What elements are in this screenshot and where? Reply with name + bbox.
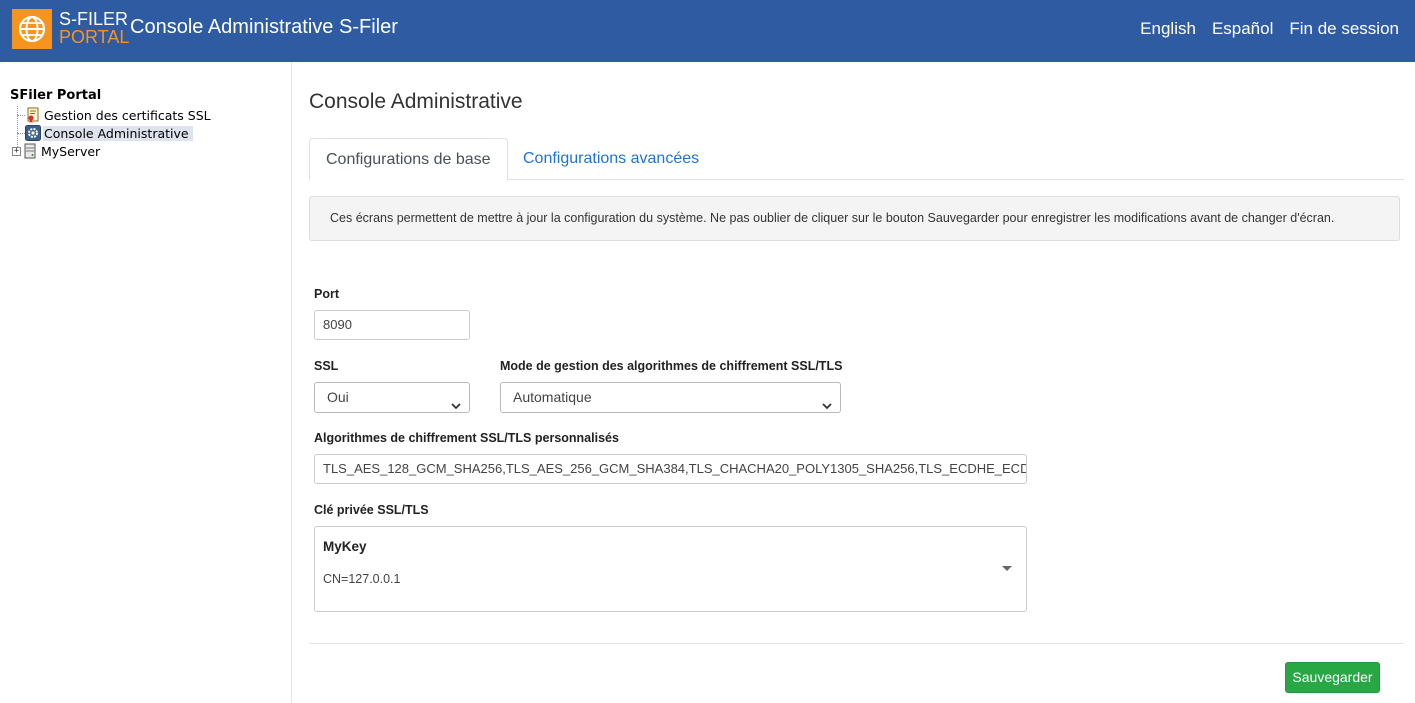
tab-advanced-configurations[interactable]: Configurations avancées bbox=[507, 138, 715, 180]
logo-line-2: PORTAL bbox=[59, 27, 130, 47]
private-key-name: MyKey bbox=[323, 539, 367, 554]
logout-link[interactable]: Fin de session bbox=[1289, 19, 1399, 39]
ssl-select[interactable]: Oui bbox=[314, 382, 470, 413]
algo-mode-label: Mode de gestion des algorithmes de chiff… bbox=[500, 359, 843, 373]
brand-logo-text: S-FILER PORTAL bbox=[59, 10, 129, 46]
caret-down-icon bbox=[1002, 566, 1012, 571]
sidebar-item-admin-console[interactable]: Console Administrative bbox=[25, 124, 193, 142]
private-key-label: Clé privée SSL/TLS bbox=[314, 503, 429, 517]
tab-basic-configurations[interactable]: Configurations de base bbox=[309, 138, 508, 181]
tree-root[interactable]: SFiler Portal bbox=[10, 88, 101, 103]
page-title: Console Administrative bbox=[309, 90, 523, 113]
private-key-cn: CN=127.0.0.1 bbox=[323, 572, 401, 586]
private-key-select[interactable]: MyKey CN=127.0.0.1 bbox=[314, 526, 1027, 612]
logo-line-1: S-FILER bbox=[59, 9, 129, 29]
globe-logo-icon bbox=[12, 9, 52, 49]
tab-bar: Configurations de base Configurations av… bbox=[309, 138, 1404, 181]
header-nav: English Español Fin de session bbox=[1140, 19, 1399, 39]
espanol-link[interactable]: Español bbox=[1212, 19, 1273, 39]
gear-icon bbox=[25, 125, 41, 141]
ssl-select-value: Oui bbox=[327, 389, 349, 405]
port-input[interactable]: 8090 bbox=[314, 310, 470, 340]
custom-algos-input[interactable]: TLS_AES_128_GCM_SHA256,TLS_AES_256_GCM_S… bbox=[314, 454, 1027, 484]
port-label: Port bbox=[314, 287, 339, 301]
sidebar-item-label: Gestion des certificats SSL bbox=[44, 107, 211, 123]
sidebar-item-myserver[interactable]: + MyServer bbox=[12, 142, 104, 160]
english-link[interactable]: English bbox=[1140, 19, 1196, 39]
server-icon bbox=[22, 143, 38, 159]
chevron-down-icon bbox=[451, 392, 461, 410]
sidebar-item-label: Console Administrative bbox=[43, 125, 193, 141]
sidebar-item-ssl-certificates[interactable]: Gestion des certificats SSL bbox=[25, 106, 215, 124]
top-bar: S-FILER PORTAL Console Administrative S-… bbox=[0, 0, 1415, 62]
certificate-icon bbox=[25, 107, 41, 123]
expand-icon[interactable]: + bbox=[12, 146, 21, 156]
chevron-down-icon bbox=[822, 392, 832, 410]
sidebar-tree: SFiler Portal Gestion des certificats SS… bbox=[0, 62, 292, 703]
info-message: Ces écrans permettent de mettre à jour l… bbox=[309, 196, 1400, 241]
custom-algos-label: Algorithmes de chiffrement SSL/TLS perso… bbox=[314, 431, 619, 445]
tree-connector bbox=[17, 133, 25, 134]
sidebar-item-label: MyServer bbox=[41, 143, 101, 159]
ssl-label: SSL bbox=[314, 359, 339, 373]
tree-connector bbox=[17, 115, 25, 116]
app-title: Console Administrative S-Filer bbox=[130, 16, 398, 38]
divider bbox=[309, 643, 1404, 644]
algo-mode-select-value: Automatique bbox=[513, 389, 592, 405]
save-button[interactable]: Sauvegarder bbox=[1285, 662, 1380, 693]
algo-mode-select[interactable]: Automatique bbox=[500, 382, 841, 413]
